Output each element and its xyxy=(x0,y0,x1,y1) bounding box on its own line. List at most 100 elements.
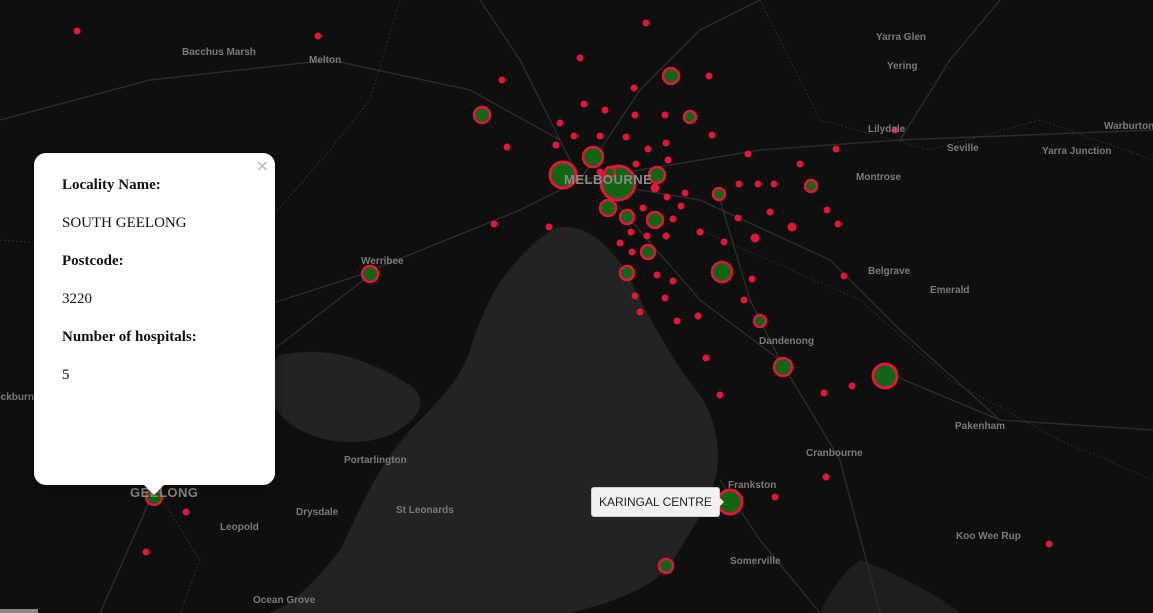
hospital-marker-small[interactable] xyxy=(677,202,685,210)
hospital-marker-small[interactable] xyxy=(748,275,756,283)
hospital-marker-small[interactable] xyxy=(642,19,650,27)
hospital-marker[interactable] xyxy=(682,109,698,125)
hospital-marker-small[interactable] xyxy=(848,382,856,390)
hospital-marker[interactable] xyxy=(618,208,636,226)
hospital-marker-small[interactable] xyxy=(694,312,702,320)
hospital-marker-small[interactable] xyxy=(632,160,640,168)
hospital-marker-small[interactable] xyxy=(182,508,190,516)
hospital-marker-small[interactable] xyxy=(314,32,322,40)
hospital-marker-small[interactable] xyxy=(576,54,584,62)
hospital-marker[interactable] xyxy=(871,362,899,390)
hospital-marker[interactable] xyxy=(598,198,618,218)
hospital-marker-small[interactable] xyxy=(1045,540,1053,548)
place-label: St Leonards xyxy=(396,505,454,516)
place-label: Yarra Glen xyxy=(876,32,927,43)
hospital-marker-small[interactable] xyxy=(662,232,670,240)
hospital-marker-small[interactable] xyxy=(628,248,636,256)
hospital-marker-small[interactable] xyxy=(673,317,681,325)
place-label: Ocean Grove xyxy=(253,595,316,606)
place-label: Bannockburn xyxy=(0,392,34,403)
hospital-marker-small[interactable] xyxy=(708,131,716,139)
hospital-marker-small[interactable] xyxy=(552,141,560,149)
hospital-marker-small[interactable] xyxy=(639,204,647,212)
hospital-marker-small[interactable] xyxy=(822,473,830,481)
popup-tip xyxy=(143,484,165,495)
popup-close-button[interactable]: × xyxy=(256,156,269,175)
hospital-marker-small[interactable] xyxy=(716,391,724,399)
hospital-marker-small[interactable] xyxy=(73,27,81,35)
place-label: Frankston xyxy=(728,480,777,491)
hospital-marker-small[interactable] xyxy=(787,222,797,232)
hospital-marker-small[interactable] xyxy=(545,223,553,231)
hospital-marker-small[interactable] xyxy=(630,84,638,92)
hospital-marker-small[interactable] xyxy=(661,111,669,119)
hospital-marker-small[interactable] xyxy=(750,233,760,243)
hospital-marker-small[interactable] xyxy=(820,389,828,397)
hospital-marker-small[interactable] xyxy=(643,232,651,240)
hospital-marker-small[interactable] xyxy=(570,132,578,140)
hospital-marker-small[interactable] xyxy=(627,228,635,236)
hospital-marker-small[interactable] xyxy=(662,139,670,147)
hospital-marker-small[interactable] xyxy=(766,208,774,216)
hospital-marker[interactable] xyxy=(711,186,727,202)
place-label: Bacchus Marsh xyxy=(182,47,256,58)
hospital-marker-small[interactable] xyxy=(681,189,689,197)
hospital-marker[interactable] xyxy=(360,264,380,284)
place-label: Yering xyxy=(887,61,918,72)
hospital-marker-small[interactable] xyxy=(796,160,804,168)
hospital-marker-small[interactable] xyxy=(601,106,609,114)
hospital-marker[interactable] xyxy=(657,557,675,575)
hospital-marker-small[interactable] xyxy=(744,150,752,158)
hospital-marker-small[interactable] xyxy=(661,294,669,302)
hospital-marker-small[interactable] xyxy=(556,119,564,127)
hospital-marker-small[interactable] xyxy=(580,100,588,108)
place-label: Warburton xyxy=(1104,121,1153,132)
hospital-marker[interactable] xyxy=(581,145,605,169)
hospital-marker[interactable] xyxy=(618,264,636,282)
hospital-marker-small[interactable] xyxy=(705,72,713,80)
hospital-marker-small[interactable] xyxy=(631,292,639,300)
hospital-marker[interactable] xyxy=(710,260,734,284)
hospital-marker-small[interactable] xyxy=(702,354,710,362)
hospital-marker-small[interactable] xyxy=(754,180,762,188)
hospital-marker-small[interactable] xyxy=(663,193,671,201)
hospital-marker-small[interactable] xyxy=(734,214,742,222)
hospital-marker-small[interactable] xyxy=(735,180,743,188)
hospital-marker-small[interactable] xyxy=(696,228,704,236)
hospital-marker[interactable] xyxy=(752,313,768,329)
hospital-marker-small[interactable] xyxy=(622,133,630,141)
place-label: Leopold xyxy=(220,522,259,533)
hospital-marker-small[interactable] xyxy=(740,296,748,304)
hospital-marker[interactable] xyxy=(472,105,492,125)
hospitals-label: Number of hospitals: xyxy=(62,329,197,345)
hospital-marker-small[interactable] xyxy=(770,180,778,188)
hospital-marker-small[interactable] xyxy=(771,493,779,501)
hospital-marker-small[interactable] xyxy=(840,272,848,280)
hospital-marker-small[interactable] xyxy=(596,132,604,140)
hospital-marker-small[interactable] xyxy=(490,220,498,228)
hospital-marker-small[interactable] xyxy=(669,277,677,285)
hospital-marker[interactable] xyxy=(772,356,794,378)
hospital-marker-small[interactable] xyxy=(653,271,661,279)
hospital-marker-small[interactable] xyxy=(664,156,672,164)
hospital-marker-small[interactable] xyxy=(669,215,677,223)
hospital-marker-small[interactable] xyxy=(142,548,150,556)
hospital-marker[interactable] xyxy=(803,178,819,194)
hospital-marker-small[interactable] xyxy=(644,145,652,153)
hospital-marker-small[interactable] xyxy=(631,111,639,119)
hospital-marker[interactable] xyxy=(639,243,657,261)
hospital-marker-small[interactable] xyxy=(832,145,840,153)
hospital-marker[interactable] xyxy=(645,210,665,230)
place-label: MELBOURNE xyxy=(564,172,653,187)
place-label: Pakenham xyxy=(955,421,1006,432)
hospital-marker-small[interactable] xyxy=(498,76,506,84)
hospital-marker-small[interactable] xyxy=(720,238,728,246)
place-label: Somerville xyxy=(730,556,781,567)
hospital-marker-small[interactable] xyxy=(823,206,831,214)
place-label: Seville xyxy=(947,143,979,154)
hospital-marker-small[interactable] xyxy=(834,220,842,228)
hospital-marker-small[interactable] xyxy=(503,143,511,151)
hospital-marker-small[interactable] xyxy=(636,308,644,316)
hospital-marker-small[interactable] xyxy=(616,239,624,247)
hospital-marker[interactable] xyxy=(661,66,681,86)
